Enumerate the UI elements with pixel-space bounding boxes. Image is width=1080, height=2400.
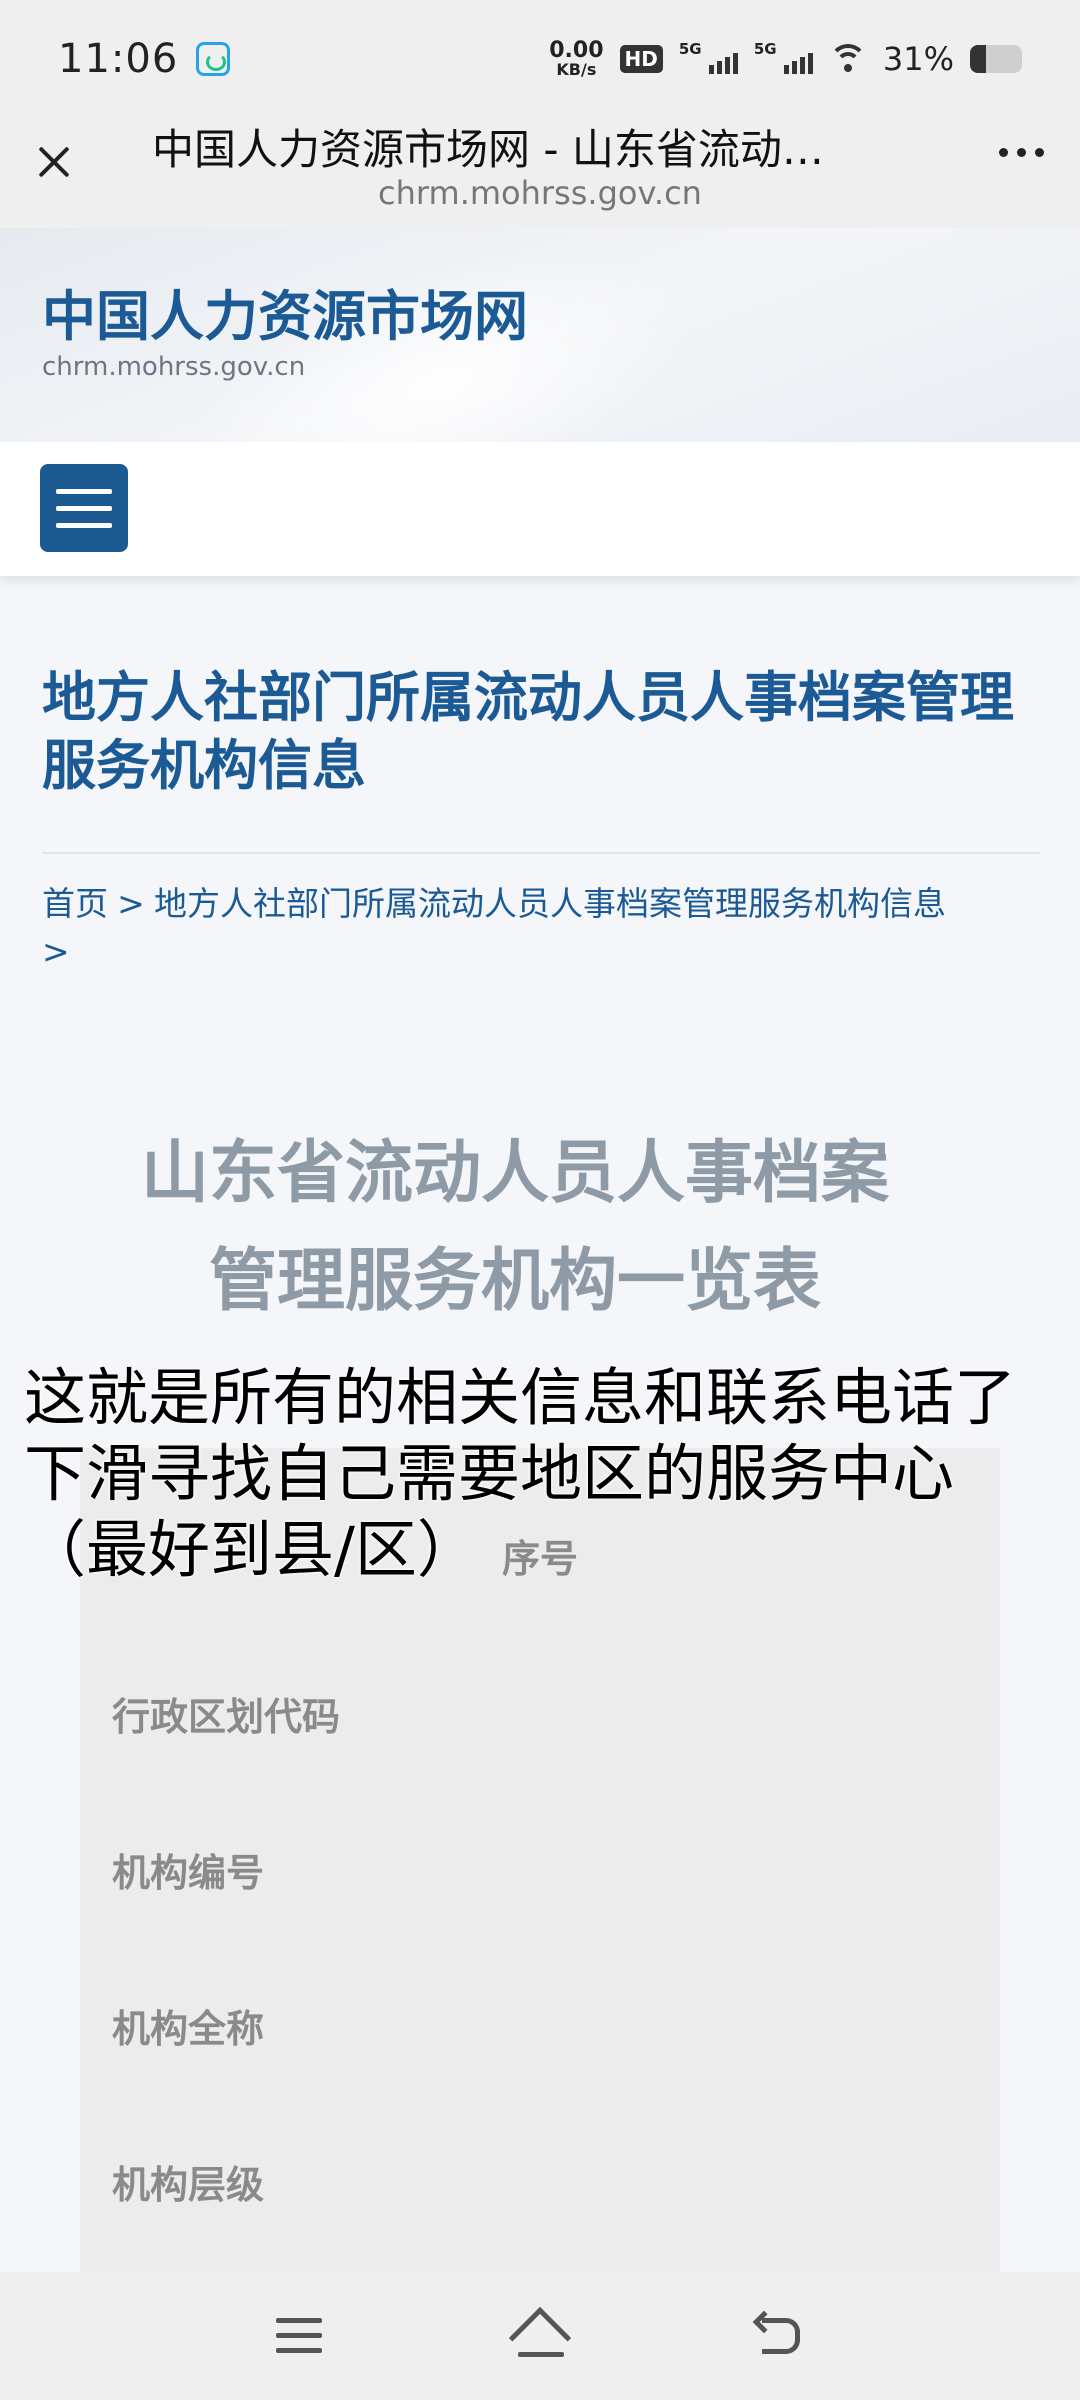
caption-line: 这就是所有的相关信息和联系电话了 [24, 1361, 1017, 1434]
field-label: 行政区划代码 [112, 1695, 341, 1739]
system-navigation-bar [0, 2272, 1080, 2400]
status-bar: 11:06 0.00 KB/s HD 5G 5G 31% [0, 0, 1080, 118]
chevron-right-icon: > [117, 884, 145, 923]
chevron-right-icon: > [42, 932, 70, 971]
article-title-line1: 山东省流动人员人事档案 [140, 1134, 889, 1213]
article-title-line2: 管理服务机构一览表 [208, 1242, 821, 1321]
article-title: 山东省流动人员人事档案 管理服务机构一览表 [0, 1120, 1030, 1336]
browser-toolbar: 中国人力资源市场网 - 山东省流动… chrm.mohrss.gov.cn [0, 118, 1080, 228]
field-label: 机构编号 [112, 1851, 265, 1895]
field-label: 机构层级 [112, 2163, 265, 2207]
network-speed-value: 0.00 [549, 38, 604, 63]
wifi-icon [828, 44, 867, 74]
browser-url[interactable]: chrm.mohrss.gov.cn [0, 174, 1080, 212]
overlay-caption: 这就是所有的相关信息和联系电话了 下滑寻找自己需要地区的服务中心 （最好到县/区… [24, 1360, 1080, 1588]
field-label: 机构全称 [112, 2007, 265, 2051]
site-header: 中国人力资源市场网 chrm.mohrss.gov.cn [0, 228, 1080, 442]
caption-line: 下滑寻找自己需要地区的服务中心 [24, 1437, 955, 1510]
back-icon[interactable] [752, 2310, 806, 2360]
hd-icon: HD [619, 45, 663, 73]
hamburger-menu-icon[interactable] [40, 464, 128, 552]
page-title: 地方人社部门所属流动人员人事档案管理服务机构信息 [42, 666, 1014, 797]
sim2-network-label: 5G [753, 40, 777, 58]
battery-icon [970, 45, 1022, 73]
site-nav-bar [0, 442, 1080, 576]
notification-app-icon [196, 42, 231, 76]
network-speed: 0.00 KB/s [549, 40, 603, 78]
institution-table: 序号 行政区划代码 机构编号 机构全称 机构层级 [80, 1448, 1000, 2400]
screen: 11:06 0.00 KB/s HD 5G 5G 31% 中国人力资源市场网 -… [0, 0, 1080, 2400]
battery-fill [970, 45, 987, 73]
battery-percent: 31% [882, 40, 954, 78]
status-icons: 0.00 KB/s HD 5G 5G 31% [549, 40, 1022, 78]
breadcrumb-current-link[interactable]: 地方人社部门所属流动人员人事档案管理服务机构信息 [154, 884, 946, 923]
signal-sim1-icon: 5G [679, 40, 738, 74]
more-options-icon[interactable] [999, 148, 1044, 157]
breadcrumb: 首页 > 地方人社部门所属流动人员人事档案管理服务机构信息 > [42, 880, 1042, 976]
status-time: 11:06 [58, 36, 179, 82]
browser-page-title: 中国人力资源市场网 - 山东省流动… [152, 125, 824, 174]
recent-apps-icon[interactable] [276, 2318, 322, 2353]
site-logo-title[interactable]: 中国人力资源市场网 [42, 272, 528, 351]
caption-line: （最好到县/区） [24, 1513, 479, 1586]
signal-sim2-icon: 5G [754, 40, 813, 74]
breadcrumb-home-link[interactable]: 首页 [42, 880, 108, 928]
divider [42, 852, 1040, 854]
site-domain: chrm.mohrss.gov.cn [42, 352, 306, 382]
sim1-network-label: 5G [678, 40, 702, 58]
home-icon[interactable] [508, 2306, 572, 2370]
network-speed-unit: KB/s [556, 60, 597, 79]
